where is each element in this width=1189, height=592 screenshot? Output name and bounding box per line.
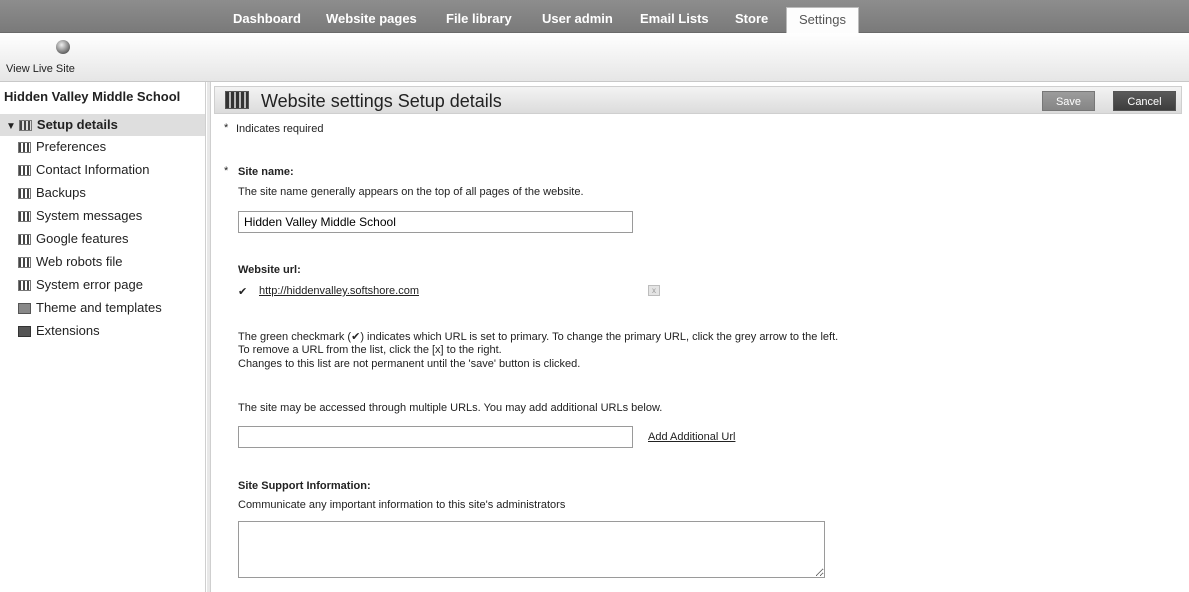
sidebar-item-label: Backups <box>36 185 86 200</box>
site-support-textarea[interactable] <box>238 521 825 578</box>
view-live-site-link[interactable]: View Live Site <box>6 63 75 75</box>
sidebar-item-extensions[interactable]: Extensions <box>18 320 100 342</box>
settings-grid-icon <box>18 165 31 177</box>
site-name-label: Site name: <box>238 166 294 178</box>
cancel-button[interactable]: Cancel <box>1113 91 1176 111</box>
sidebar-item-preferences[interactable]: Preferences <box>18 136 106 158</box>
page-title: Website settings Setup details <box>261 91 502 111</box>
sidebar-item-contact-information[interactable]: Contact Information <box>18 159 149 181</box>
settings-grid-icon <box>18 120 32 132</box>
tab-store[interactable]: Store <box>735 0 768 32</box>
toolbar: View Live Site <box>0 33 1189 82</box>
tab-user-admin[interactable]: User admin <box>542 0 613 32</box>
sidebar-item-system-error-page[interactable]: System error page <box>18 274 143 296</box>
site-name-input[interactable] <box>238 211 633 233</box>
tab-email-lists[interactable]: Email Lists <box>640 0 709 32</box>
sidebar-item-label: Preferences <box>36 139 107 154</box>
multi-url-note: The site may be accessed through multipl… <box>238 402 663 414</box>
tab-settings[interactable]: Settings <box>786 7 859 34</box>
save-button[interactable]: Save <box>1042 91 1095 111</box>
tab-website-pages[interactable]: Website pages <box>326 0 417 32</box>
required-asterisk: * <box>224 122 229 134</box>
sidebar-item-system-messages[interactable]: System messages <box>18 205 142 227</box>
page-header: Website settings Setup details Save Canc… <box>214 86 1182 114</box>
required-asterisk: * <box>224 165 229 177</box>
website-url-label: Website url: <box>238 264 301 276</box>
additional-url-input[interactable] <box>238 426 633 448</box>
template-icon <box>18 303 31 315</box>
site-support-help: Communicate any important information to… <box>238 499 566 511</box>
sidebar-item-setup-details[interactable]: ▼ Setup details <box>0 114 205 136</box>
settings-grid-icon <box>18 280 31 292</box>
sidebar-item-web-robots-file[interactable]: Web robots file <box>18 251 122 273</box>
sidebar-item-label: Google features <box>36 231 129 246</box>
settings-grid-icon <box>18 211 31 223</box>
sidebar-item-google-features[interactable]: Google features <box>18 228 129 250</box>
url-info-line-3: Changes to this list are not permanent u… <box>238 358 581 370</box>
top-navigation: Dashboard Website pages File library Use… <box>0 0 1189 34</box>
sidebar-item-label: Extensions <box>36 323 100 338</box>
sidebar-item-theme-and-templates[interactable]: Theme and templates <box>18 297 162 319</box>
site-name-help: The site name generally appears on the t… <box>238 186 584 198</box>
sidebar-item-label: Theme and templates <box>36 300 162 315</box>
remove-url-icon[interactable]: x <box>648 285 660 296</box>
sidebar-item-backups[interactable]: Backups <box>18 182 86 204</box>
site-support-label: Site Support Information: <box>238 480 371 492</box>
caret-down-icon[interactable]: ▼ <box>6 121 16 132</box>
sidebar-item-label: System messages <box>36 208 143 223</box>
url-info-line-2: To remove a URL from the list, click the… <box>238 344 502 356</box>
sidebar-item-label: Setup details <box>36 117 118 132</box>
globe-icon[interactable] <box>56 40 70 54</box>
required-note: Indicates required <box>236 123 324 135</box>
settings-grid-icon <box>18 257 31 269</box>
extension-gear-icon <box>18 326 31 338</box>
sidebar-item-label: System error page <box>36 277 143 292</box>
settings-grid-icon <box>18 188 31 200</box>
sidebar-item-label: Web robots file <box>36 254 123 269</box>
sidebar: Hidden Valley Middle School ▼ Setup detai… <box>0 82 206 592</box>
sidebar-item-label: Contact Information <box>36 162 150 177</box>
site-title: Hidden Valley Middle School <box>4 89 181 104</box>
url-info-line-1: The green checkmark (✔) indicates which … <box>238 331 839 343</box>
website-url-link[interactable]: http://hiddenvalley.softshore.com <box>259 285 419 297</box>
sidebar-divider[interactable] <box>207 82 211 592</box>
settings-grid-icon <box>18 142 31 154</box>
add-additional-url-link[interactable]: Add Additional Url <box>648 431 735 443</box>
tab-file-library[interactable]: File library <box>446 0 512 32</box>
settings-grid-icon <box>225 91 249 109</box>
primary-checkmark-icon: ✔ <box>238 286 248 298</box>
tab-dashboard[interactable]: Dashboard <box>233 0 301 32</box>
settings-grid-icon <box>18 234 31 246</box>
